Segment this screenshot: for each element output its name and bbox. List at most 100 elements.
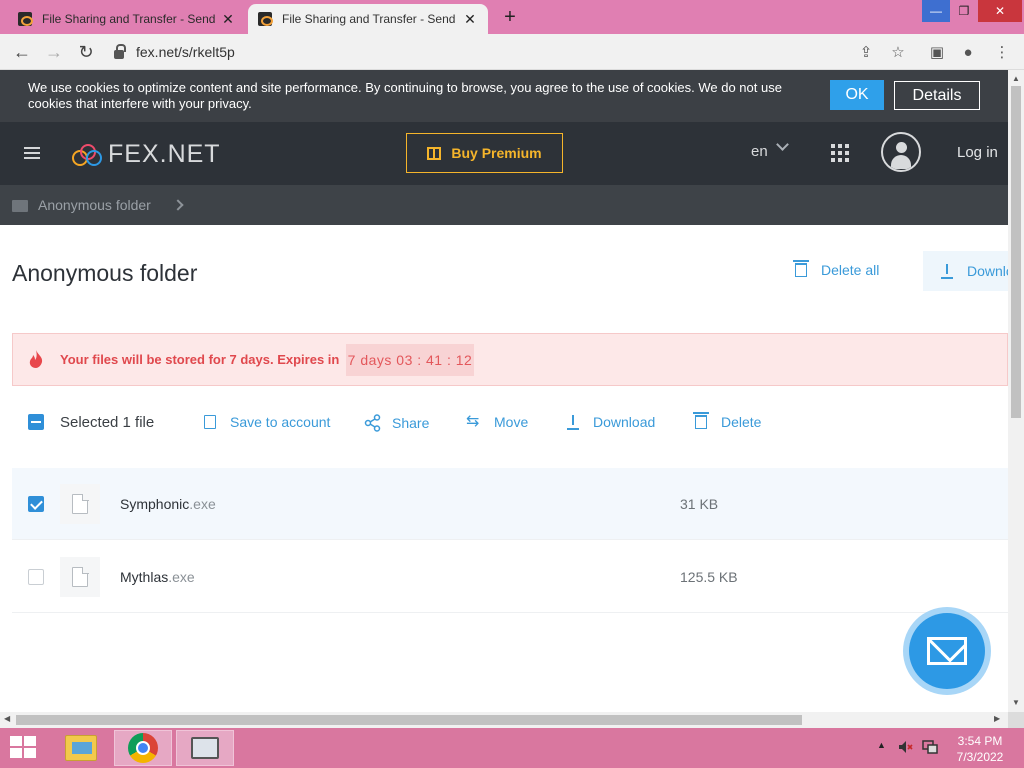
volume-muted-icon[interactable] xyxy=(898,740,914,754)
scroll-right-icon[interactable]: ▶ xyxy=(994,714,1000,723)
windows-start-icon[interactable] xyxy=(10,736,38,760)
buy-premium-label: Buy Premium xyxy=(451,145,542,161)
browser-titlebar: File Sharing and Transfer - Send ✕ File … xyxy=(0,0,1024,34)
address-bar[interactable]: fex.net/s/rkelt5p xyxy=(108,38,888,66)
file-row[interactable]: Symphonic.exe 31 KB xyxy=(12,468,1008,540)
share-icon xyxy=(364,414,381,432)
file-row[interactable]: Mythlas.exe 125.5 KB xyxy=(12,541,1008,613)
share-label: Share xyxy=(392,415,430,431)
select-all-checkbox[interactable] xyxy=(28,414,44,430)
horizontal-scrollbar[interactable]: ◀ ▶ xyxy=(0,712,1008,728)
gift-icon xyxy=(427,146,442,160)
breadcrumb: Anonymous folder xyxy=(0,185,1008,225)
taskbar-chrome[interactable] xyxy=(114,730,172,766)
fex-favicon-icon xyxy=(18,12,33,26)
download-icon xyxy=(941,264,953,279)
forward-icon[interactable]: → xyxy=(42,40,66,64)
envelope-icon xyxy=(927,637,967,665)
file-thumbnail xyxy=(60,557,100,597)
page-title: Anonymous folder xyxy=(12,260,198,286)
file-name[interactable]: Symphonic.exe xyxy=(120,496,216,512)
cookie-details-button[interactable]: Details xyxy=(894,81,980,110)
user-avatar-icon[interactable] xyxy=(881,132,921,172)
logo-text: FEX.NET xyxy=(108,140,221,168)
move-button[interactable]: ⇆ Move xyxy=(466,413,529,431)
chrome-icon xyxy=(128,733,158,763)
clock-date: 7/3/2022 xyxy=(956,750,1004,764)
new-tab-button[interactable]: + xyxy=(498,6,522,29)
horizontal-scroll-thumb[interactable] xyxy=(16,715,802,725)
language-selector[interactable]: en xyxy=(751,143,768,160)
buy-premium-button[interactable]: Buy Premium xyxy=(406,133,563,173)
browser-tab[interactable]: File Sharing and Transfer - Send ✕ xyxy=(8,4,246,34)
breadcrumb-folder-link[interactable]: Anonymous folder xyxy=(38,197,151,213)
file-thumbnail xyxy=(60,484,100,524)
folder-icon xyxy=(12,200,28,212)
delete-all-button[interactable]: Delete all xyxy=(793,260,880,278)
lock-icon[interactable] xyxy=(114,43,126,59)
taskbar-monitor-app[interactable] xyxy=(176,730,234,766)
login-link[interactable]: Log in xyxy=(957,144,998,161)
vertical-scrollbar[interactable]: ▲ ▼ xyxy=(1008,70,1024,712)
save-to-account-button[interactable]: Save to account xyxy=(204,414,330,430)
profile-icon[interactable]: ● xyxy=(958,42,978,62)
download-button[interactable]: Download xyxy=(567,414,655,430)
move-arrows-icon: ⇆ xyxy=(466,413,480,430)
download-all-button[interactable]: Download xyxy=(923,251,1008,291)
expiry-notice: Your files will be stored for 7 days. Ex… xyxy=(12,333,1008,386)
close-window-button[interactable]: ✕ xyxy=(978,0,1022,22)
download-all-label: Download xyxy=(967,263,1008,279)
maximize-button[interactable]: ❐ xyxy=(950,0,978,22)
browser-tab-active[interactable]: File Sharing and Transfer - Send ✕ xyxy=(248,4,488,34)
copy-icon xyxy=(204,415,216,429)
vertical-scroll-thumb[interactable] xyxy=(1011,86,1021,418)
fex-favicon-icon xyxy=(258,12,273,26)
expiry-timer: 7 days 03 : 41 : 12 xyxy=(346,344,474,376)
fexnet-logo[interactable]: FEX.NET xyxy=(72,140,221,169)
tab-title: File Sharing and Transfer - Send xyxy=(282,12,456,26)
chevron-right-icon xyxy=(172,199,184,211)
reload-icon[interactable]: ↻ xyxy=(74,40,98,64)
cookie-ok-button[interactable]: OK xyxy=(830,80,884,110)
delete-button[interactable]: Delete xyxy=(693,412,761,430)
file-size: 125.5 KB xyxy=(680,569,738,585)
back-icon[interactable]: ← xyxy=(10,40,34,64)
file-name[interactable]: Mythlas.exe xyxy=(120,569,195,585)
file-explorer-icon xyxy=(65,735,97,761)
url-text[interactable]: fex.net/s/rkelt5p xyxy=(136,44,235,60)
move-label: Move xyxy=(494,414,529,430)
scroll-up-icon[interactable]: ▲ xyxy=(1012,74,1020,83)
apps-grid-icon[interactable] xyxy=(831,144,849,162)
scrollbar-corner xyxy=(1008,712,1024,728)
share-button[interactable]: Share xyxy=(364,414,429,432)
taskbar-file-explorer[interactable] xyxy=(52,730,110,766)
cloud-logo-icon xyxy=(72,142,104,168)
network-icon[interactable] xyxy=(922,740,938,754)
clock-time: 3:54 PM xyxy=(957,734,1003,748)
download-icon xyxy=(567,415,579,430)
delete-all-label: Delete all xyxy=(821,262,880,278)
tray-expand-icon[interactable]: ▲ xyxy=(877,740,886,750)
scroll-down-icon[interactable]: ▼ xyxy=(1012,698,1020,707)
windows-taskbar: ▲ 3:54 PM 7/3/2022 xyxy=(0,728,1024,768)
cookie-banner: We use cookies to optimize content and s… xyxy=(0,70,1008,122)
tab-close-icon[interactable]: ✕ xyxy=(462,11,478,28)
taskbar-clock[interactable]: 3:54 PM 7/3/2022 xyxy=(950,733,1010,765)
tab-close-icon[interactable]: ✕ xyxy=(220,11,236,28)
share-page-icon[interactable]: ⇪ xyxy=(856,42,876,62)
browser-toolbar: ← → ↻ fex.net/s/rkelt5p ⇪ ☆ ▣ ● ⋮ xyxy=(0,34,1024,70)
hamburger-menu-icon[interactable] xyxy=(24,147,40,159)
side-panel-icon[interactable]: ▣ xyxy=(927,42,947,62)
trash-icon xyxy=(693,412,709,429)
menu-dots-icon[interactable]: ⋮ xyxy=(992,42,1012,62)
bookmark-star-icon[interactable]: ☆ xyxy=(888,42,908,62)
expiry-message: Your files will be stored for 7 days. Ex… xyxy=(60,352,340,367)
minimize-button[interactable]: — xyxy=(922,0,950,22)
contact-mail-button[interactable] xyxy=(903,607,991,695)
scroll-left-icon[interactable]: ◀ xyxy=(4,714,10,723)
cookie-text: We use cookies to optimize content and s… xyxy=(28,80,782,111)
file-checkbox[interactable] xyxy=(28,569,44,585)
selection-actions-bar: Selected 1 file Save to account Share ⇆ … xyxy=(0,405,1008,441)
chevron-down-icon[interactable] xyxy=(776,138,789,151)
file-checkbox[interactable] xyxy=(28,496,44,512)
